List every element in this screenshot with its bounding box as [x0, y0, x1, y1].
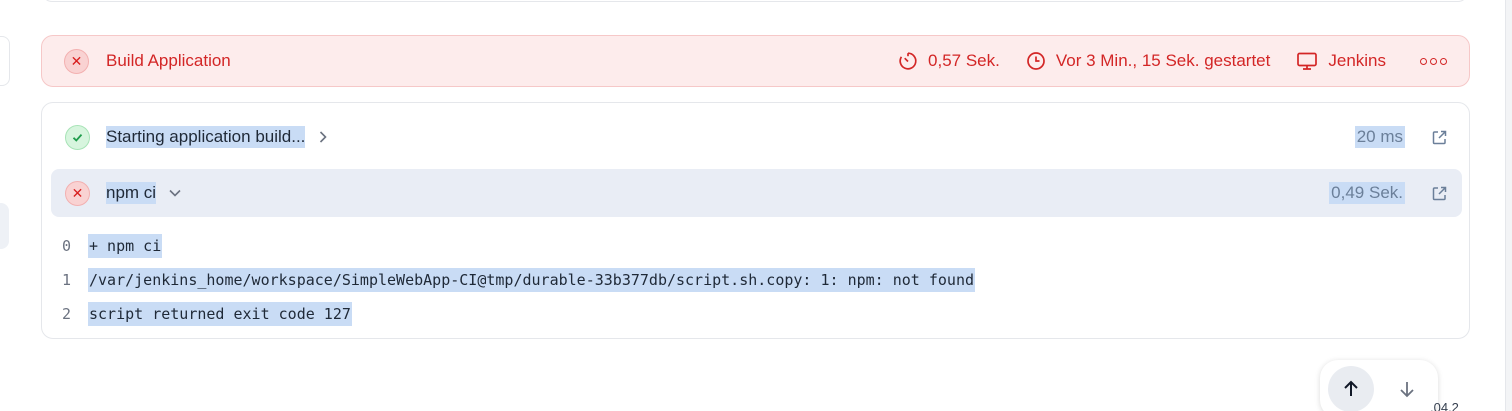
step-row-build-start[interactable]: Starting application build... 20 ms	[51, 113, 1462, 161]
line-number[interactable]: 1	[42, 271, 88, 289]
log-line: 2 script returned exit code 127	[42, 297, 1469, 331]
step-row-npm-ci[interactable]: ✕ npm ci 0,49 Sek.	[51, 169, 1462, 217]
log-text: script returned exit code 127	[88, 302, 352, 326]
log-text: /var/jenkins_home/workspace/SimpleWebApp…	[88, 268, 976, 292]
step-duration: 20 ms	[1354, 126, 1405, 148]
monitor-icon	[1297, 52, 1318, 70]
stage-duration: 0,57 Sek.	[898, 51, 1000, 71]
console-log: 0 + npm ci 1 /var/jenkins_home/workspace…	[42, 229, 1469, 331]
timer-icon	[899, 52, 917, 70]
page-scrollbar[interactable]	[1505, 0, 1512, 411]
sidebar-card-fragment	[0, 36, 10, 86]
log-line: 0 + npm ci	[42, 229, 1469, 263]
previous-stage-card	[42, 0, 1468, 2]
failed-status-icon: ✕	[64, 48, 89, 74]
log-text: + npm ci	[88, 234, 163, 258]
step-label: Starting application build...	[106, 126, 306, 148]
stage-title: Build Application	[106, 51, 231, 70]
steps-card: Starting application build... 20 ms ✕ np…	[41, 102, 1470, 339]
version-label: .04.2	[1430, 400, 1459, 411]
line-number[interactable]: 0	[42, 237, 88, 255]
stage-started-text: Vor 3 Min., 15 Sek. gestartet	[1055, 51, 1271, 70]
stage-agent[interactable]: Jenkins	[1296, 51, 1386, 71]
build-log-view: ✕ Build Application 0,57 Sek. Vor 3 Min.…	[0, 0, 1512, 411]
step-duration: 0,49 Sek.	[1329, 182, 1405, 204]
chevron-right-icon[interactable]	[317, 130, 329, 144]
open-external-icon[interactable]	[1431, 129, 1448, 146]
line-number[interactable]: 2	[42, 305, 88, 323]
clock-icon	[1026, 52, 1045, 70]
scroll-up-button[interactable]	[1328, 366, 1374, 411]
stage-header[interactable]: ✕ Build Application 0,57 Sek. Vor 3 Min.…	[41, 35, 1470, 87]
sidebar-item-fragment[interactable]	[0, 203, 9, 249]
stage-agent-text: Jenkins	[1328, 51, 1386, 70]
more-icon[interactable]	[1420, 57, 1447, 65]
scroll-down-button[interactable]	[1384, 366, 1430, 411]
chevron-down-icon[interactable]	[168, 187, 182, 199]
step-label: npm ci	[106, 182, 157, 204]
stage-duration-text: 0,57 Sek.	[928, 51, 1000, 70]
success-status-icon	[65, 124, 90, 150]
stage-meta: 0,57 Sek. Vor 3 Min., 15 Sek. gestartet …	[872, 51, 1447, 71]
log-line: 1 /var/jenkins_home/workspace/SimpleWebA…	[42, 263, 1469, 297]
failed-status-icon: ✕	[65, 180, 90, 206]
stage-started: Vor 3 Min., 15 Sek. gestartet	[1026, 51, 1271, 71]
open-external-icon[interactable]	[1431, 185, 1448, 202]
arrow-up-icon	[1344, 380, 1358, 396]
scroll-controls	[1320, 360, 1438, 411]
arrow-down-icon	[1400, 382, 1414, 398]
